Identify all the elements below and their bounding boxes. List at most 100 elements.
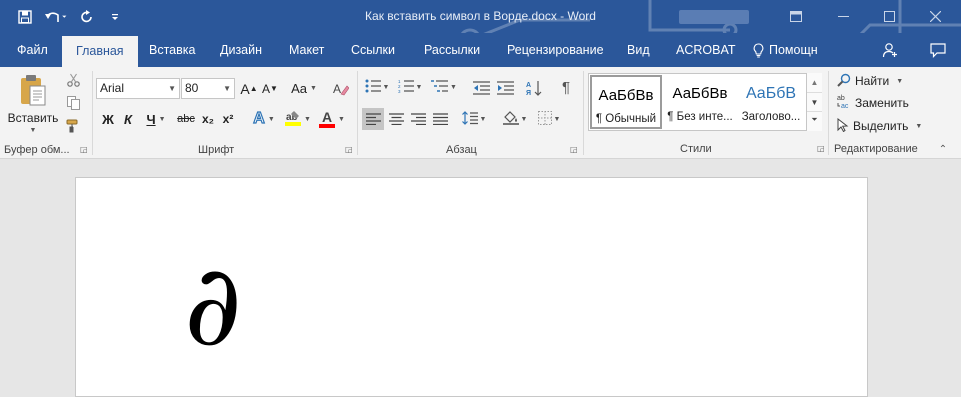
- font-group: Arial ▼ 80 ▼ A ▲ A ▼ Aa ▼ A Ж К Ч ▼ abc x₂ x…: [93, 67, 356, 159]
- numbering-icon: 123: [398, 79, 414, 96]
- text-effects-button[interactable]: A ▼: [249, 108, 279, 130]
- increase-indent-icon[interactable]: [494, 77, 516, 98]
- minimize-icon[interactable]: [820, 0, 866, 33]
- comments-icon[interactable]: [924, 33, 952, 67]
- tab-references[interactable]: Ссылки: [351, 33, 395, 67]
- share-user-icon[interactable]: [876, 33, 904, 67]
- italic-button[interactable]: К: [119, 108, 137, 130]
- collapse-ribbon-icon[interactable]: ⌃: [936, 143, 950, 155]
- style-no-spacing[interactable]: АаБбВв ¶ Без инте...: [664, 75, 736, 129]
- tab-tell-me[interactable]: Помощн: [753, 33, 818, 67]
- shrink-font-button[interactable]: A ▼: [261, 78, 279, 99]
- sort-icon[interactable]: AЯ: [523, 77, 545, 98]
- bullets-button[interactable]: ▼: [362, 77, 392, 98]
- font-color-icon: A: [319, 108, 336, 128]
- shrink-font-label: A: [262, 81, 271, 96]
- clear-formatting-icon[interactable]: A: [331, 78, 351, 99]
- style-heading-1[interactable]: АаБбВ Заголово...: [735, 75, 807, 129]
- tab-review[interactable]: Рецензирование: [507, 33, 604, 67]
- find-button[interactable]: Найти ▼: [837, 71, 903, 91]
- decrease-indent-icon[interactable]: [470, 77, 492, 98]
- bullets-icon: [365, 79, 381, 96]
- paste-button[interactable]: Вставить ▼: [6, 71, 60, 137]
- document-page[interactable]: ∂: [75, 177, 868, 397]
- bold-button[interactable]: Ж: [99, 108, 117, 130]
- paragraph-launcher-icon[interactable]: ◲: [570, 146, 578, 154]
- svg-text:A: A: [526, 82, 531, 89]
- clipboard-group-label: Буфер обм...: [4, 144, 70, 156]
- svg-text:3: 3: [398, 89, 401, 93]
- grow-font-button[interactable]: A ▲: [240, 78, 258, 99]
- multilevel-list-button[interactable]: ▼: [428, 77, 460, 98]
- font-size-combo[interactable]: 80 ▼: [181, 78, 235, 99]
- numbering-button[interactable]: 1 2 3 ▼: [395, 77, 425, 98]
- scroll-up-icon[interactable]: ▲: [807, 73, 822, 92]
- underline-button[interactable]: Ч ▼: [141, 108, 171, 130]
- svg-text:Я: Я: [526, 90, 531, 96]
- close-icon[interactable]: [912, 0, 958, 33]
- cursor-icon: [837, 117, 849, 135]
- document-text[interactable]: ∂: [184, 250, 242, 362]
- paste-label: Вставить: [7, 111, 59, 125]
- tab-file[interactable]: Файл: [17, 33, 48, 67]
- ribbon: Вставить ▼ Буфер обм... ◲ Arial ▼ 80 ▼ A…: [0, 67, 961, 159]
- font-color-button[interactable]: A ▼: [317, 108, 347, 130]
- chevron-down-icon: ▼: [223, 84, 231, 93]
- ribbon-display-options-icon[interactable]: [773, 0, 819, 33]
- align-center-icon[interactable]: [385, 108, 407, 130]
- svg-text:A: A: [333, 82, 341, 96]
- change-case-button[interactable]: Aa ▼: [287, 78, 321, 99]
- font-color-letter: A: [321, 108, 333, 125]
- copy-icon[interactable]: [64, 94, 82, 112]
- tab-home[interactable]: Главная: [62, 36, 138, 67]
- shading-button[interactable]: ▼: [500, 108, 530, 130]
- style-normal[interactable]: АаБбВв ¶ Обычный: [590, 75, 662, 129]
- chevron-down-icon: ▼: [29, 127, 37, 134]
- tab-acrobat[interactable]: ACROBAT: [676, 33, 736, 67]
- style-no-spacing-preview: АаБбВв: [672, 85, 728, 102]
- subscript-button[interactable]: x₂: [199, 108, 217, 130]
- style-normal-preview: АаБбВв: [598, 87, 654, 104]
- chevron-down-icon: ▼: [479, 115, 487, 123]
- font-launcher-icon[interactable]: ◲: [345, 146, 353, 154]
- superscript-button[interactable]: x²: [219, 108, 237, 130]
- maximize-icon[interactable]: [866, 0, 912, 33]
- styles-more-icon[interactable]: ⏷: [807, 111, 822, 129]
- style-heading-preview: АаБбВ: [745, 85, 797, 102]
- clipboard-icon: [19, 74, 47, 109]
- chevron-down-icon: ▼: [553, 115, 561, 123]
- group-separator: [583, 71, 584, 155]
- styles-launcher-icon[interactable]: ◲: [817, 145, 825, 153]
- chevron-down-icon: ▼: [896, 77, 904, 85]
- document-area: ∂: [0, 160, 961, 397]
- format-painter-icon[interactable]: [64, 117, 82, 135]
- tab-view[interactable]: Вид: [627, 33, 650, 67]
- ribbon-tabs: Файл Главная Вставка Дизайн Макет Ссылки…: [0, 33, 961, 67]
- cut-icon[interactable]: [64, 71, 82, 89]
- tab-design[interactable]: Дизайн: [220, 33, 262, 67]
- tab-layout[interactable]: Макет: [289, 33, 324, 67]
- select-button[interactable]: Выделить ▼: [837, 116, 922, 136]
- align-left-icon[interactable]: [362, 108, 384, 130]
- borders-button[interactable]: ▼: [534, 108, 564, 130]
- chevron-down-icon: ▼: [415, 84, 423, 91]
- multilevel-list-icon: [431, 79, 449, 96]
- strikethrough-button[interactable]: abc: [175, 108, 197, 130]
- clipboard-launcher-icon[interactable]: ◲: [80, 146, 88, 154]
- replace-button[interactable]: ab ac Заменить: [837, 93, 909, 113]
- highlight-color-button[interactable]: ab ▼: [283, 108, 313, 130]
- line-spacing-button[interactable]: ▼: [459, 108, 489, 130]
- font-group-label: Шрифт: [198, 144, 235, 156]
- align-right-icon[interactable]: [407, 108, 429, 130]
- chevron-down-icon: ▼: [168, 84, 176, 93]
- paint-bucket-icon: [502, 110, 519, 128]
- justify-icon[interactable]: [429, 108, 451, 130]
- show-formatting-marks-icon[interactable]: ¶: [556, 77, 576, 98]
- font-name-combo[interactable]: Arial ▼: [96, 78, 180, 99]
- scroll-down-icon[interactable]: ▼: [807, 92, 822, 111]
- chevron-down-icon: ▼: [450, 84, 457, 91]
- chevron-down-icon: ▼: [267, 115, 275, 123]
- tab-mailings[interactable]: Рассылки: [424, 33, 480, 67]
- tab-insert[interactable]: Вставка: [149, 33, 195, 67]
- lightbulb-icon: [753, 33, 764, 67]
